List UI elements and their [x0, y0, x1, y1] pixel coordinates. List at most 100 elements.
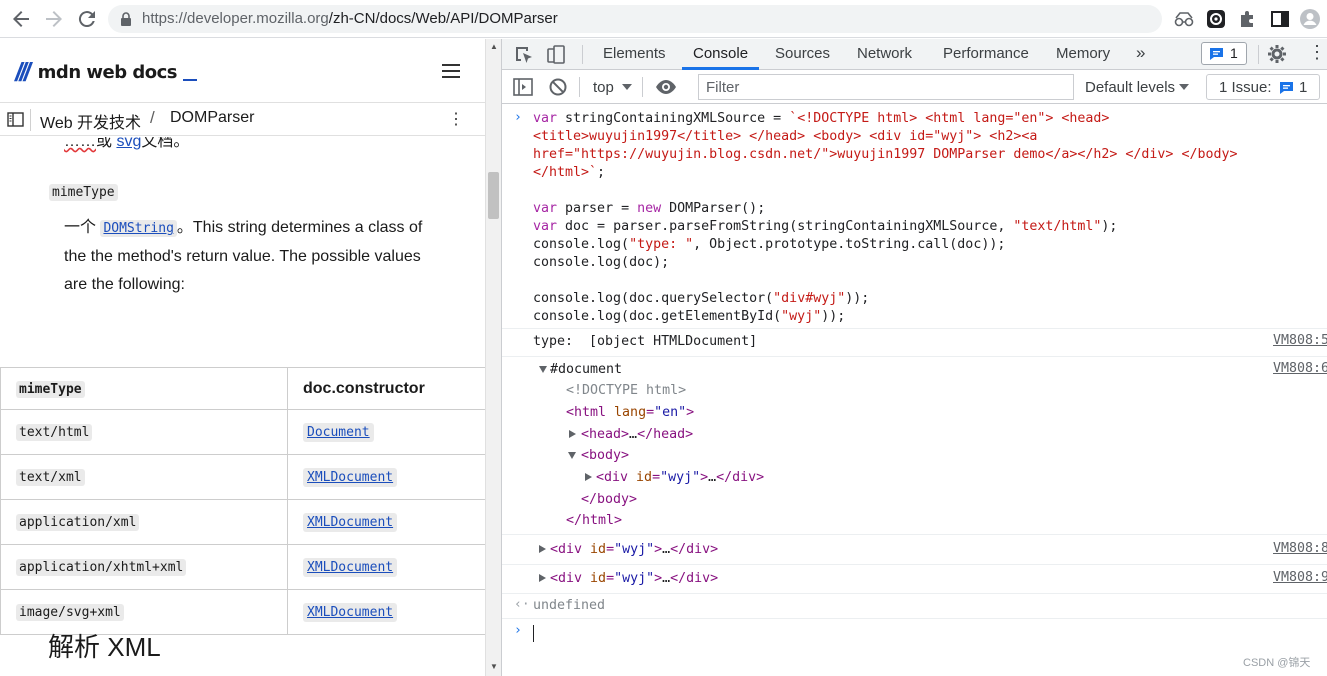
- filter-input[interactable]: [699, 75, 1073, 99]
- more-options-icon[interactable]: ⋮: [448, 109, 464, 129]
- address-bar[interactable]: https://developer.mozilla.org/zh-CN/docs…: [108, 5, 1162, 33]
- source-link[interactable]: VM808:9: [1273, 570, 1327, 585]
- clear-console-icon[interactable]: [547, 76, 569, 98]
- scrollbar-thumb[interactable]: [488, 172, 499, 219]
- tab-sources[interactable]: Sources: [775, 45, 830, 62]
- text: 文档。: [141, 137, 190, 150]
- partial-text-line: ……或 svg文档。: [64, 137, 189, 151]
- more-tabs-chevron-icon[interactable]: »: [1136, 43, 1145, 63]
- divider: [582, 45, 583, 64]
- log-type-value: [object HTMLDocument]: [589, 334, 758, 349]
- mimetype-table: mimeType doc.constructor text/html Docum…: [0, 367, 485, 635]
- head-node[interactable]: <head>…</head>: [581, 426, 693, 444]
- forward-arrow-icon[interactable]: [42, 7, 66, 31]
- show-sidebar-icon[interactable]: [512, 76, 534, 98]
- expand-caret-icon[interactable]: [585, 473, 592, 481]
- breadcrumb-domparser[interactable]: DOMParser: [170, 109, 254, 127]
- domstring-link[interactable]: DOMString: [100, 220, 177, 237]
- cell-mimetype: text/html: [0, 409, 288, 455]
- inspect-element-icon[interactable]: [513, 44, 535, 66]
- expand-caret-icon[interactable]: [539, 574, 546, 582]
- expand-caret-icon[interactable]: [568, 452, 576, 459]
- code-line: href="https://wuyujin.blog.csdn.net/">wu…: [533, 147, 1238, 162]
- scroll-down-arrow-icon[interactable]: ▼: [490, 662, 498, 671]
- tab-elements[interactable]: Elements: [603, 45, 666, 62]
- console-prompt-caret[interactable]: [533, 625, 534, 642]
- context-selector[interactable]: top: [593, 79, 614, 96]
- cell-constructor: XMLDocument: [287, 589, 485, 635]
- result-chevron-icon: ‹·: [514, 597, 530, 612]
- code-line: var doc = parser.parseFromString(stringC…: [533, 219, 1118, 234]
- constructor-link[interactable]: XMLDocument: [303, 603, 398, 622]
- extension-app-icon[interactable]: [1205, 8, 1227, 30]
- profile-avatar-icon[interactable]: [1299, 8, 1321, 30]
- text: 或: [96, 137, 117, 150]
- sidebar-toggle-icon[interactable]: [7, 112, 24, 127]
- reload-icon[interactable]: [75, 7, 99, 31]
- header-label: mimeType: [16, 380, 85, 398]
- tab-network[interactable]: Network: [857, 45, 912, 62]
- log-type-prefix: type:: [533, 334, 590, 349]
- expand-caret-icon[interactable]: [539, 366, 547, 373]
- source-link[interactable]: VM808:6: [1273, 361, 1327, 376]
- svg-link[interactable]: svg: [116, 137, 141, 150]
- source-link[interactable]: VM808:8: [1273, 541, 1327, 556]
- tab-memory[interactable]: Memory: [1056, 45, 1110, 62]
- code-line: var stringContainingXMLSource = `<!DOCTY…: [533, 111, 1110, 126]
- document-node[interactable]: #document: [550, 361, 622, 379]
- divider: [579, 77, 580, 97]
- tab-performance[interactable]: Performance: [943, 45, 1029, 62]
- cell-mimetype: text/xml: [0, 454, 288, 500]
- side-panel-icon[interactable]: [1269, 8, 1291, 30]
- log-type-line: type: [object HTMLDocument]: [533, 333, 757, 351]
- constructor-link[interactable]: XMLDocument: [303, 513, 398, 532]
- spellcheck-text: ……: [64, 137, 96, 150]
- hamburger-menu-icon[interactable]: [442, 63, 462, 79]
- tab-console[interactable]: Console: [693, 45, 748, 62]
- div-node[interactable]: <div id="wyj">…</div>: [596, 469, 764, 487]
- doctype-node: <!DOCTYPE html>: [566, 383, 687, 398]
- mdn-page: /// mdn web docs Web 开发技术 / DOMParser ⋮ …: [0, 39, 487, 676]
- puzzle-extensions-icon[interactable]: [1237, 8, 1259, 30]
- code-line: console.log(doc);: [533, 255, 670, 270]
- chevron-down-icon[interactable]: [622, 84, 632, 90]
- device-toolbar-icon[interactable]: [545, 44, 567, 66]
- body-node[interactable]: <body>: [581, 447, 629, 465]
- chevron-down-icon[interactable]: [1179, 84, 1189, 90]
- back-arrow-icon[interactable]: [9, 7, 33, 31]
- source-link[interactable]: VM808:5: [1273, 333, 1327, 348]
- html-close-node: </html>: [566, 513, 623, 528]
- lock-icon[interactable]: [118, 11, 134, 27]
- issues-button[interactable]: 1 Issue: 1: [1206, 74, 1320, 100]
- message-icon: [1210, 48, 1223, 60]
- expand-caret-icon[interactable]: [539, 545, 546, 553]
- incognito-glasses-icon[interactable]: [1173, 8, 1195, 30]
- scroll-up-arrow-icon[interactable]: ▲: [490, 42, 498, 51]
- article-content: ……或 svg文档。 mimeType 一个 DOMString 。This st…: [0, 137, 485, 676]
- constructor-link[interactable]: XMLDocument: [303, 468, 398, 487]
- divider: [30, 109, 31, 131]
- console-toolbar: top Default levels 1 Issue: 1: [502, 70, 1327, 104]
- kebab-menu-icon[interactable]: ⋮: [1308, 42, 1326, 63]
- filter-field[interactable]: [698, 74, 1074, 100]
- breadcrumb-web-tech[interactable]: Web 开发技术: [40, 109, 141, 133]
- div-node[interactable]: <div id="wyj">…</div>: [550, 541, 718, 559]
- term-mimetype: mimeType: [49, 183, 118, 201]
- live-expression-eye-icon[interactable]: [655, 76, 677, 98]
- log-levels-dropdown[interactable]: Default levels: [1085, 79, 1175, 96]
- messages-badge[interactable]: 1: [1201, 42, 1247, 65]
- result-value: undefined: [533, 598, 606, 613]
- page-scrollbar[interactable]: ▲ ▼: [485, 39, 501, 676]
- breadcrumb-separator: /: [150, 108, 155, 127]
- constructor-link[interactable]: XMLDocument: [303, 558, 398, 577]
- div-node[interactable]: <div id="wyj">…</div>: [550, 570, 718, 588]
- para-prefix: 一个: [64, 219, 101, 236]
- cell-code: application/xhtml+xml: [16, 559, 187, 576]
- gear-icon[interactable]: [1266, 43, 1288, 65]
- html-node[interactable]: <html lang="en">: [566, 404, 694, 422]
- cell-code: text/html: [16, 424, 93, 441]
- constructor-link[interactable]: Document: [303, 423, 374, 442]
- mdn-logo[interactable]: /// mdn web docs: [15, 59, 198, 85]
- devtools-tabbar: Elements Console Sources Network Perform…: [502, 39, 1327, 70]
- expand-caret-icon[interactable]: [569, 430, 576, 438]
